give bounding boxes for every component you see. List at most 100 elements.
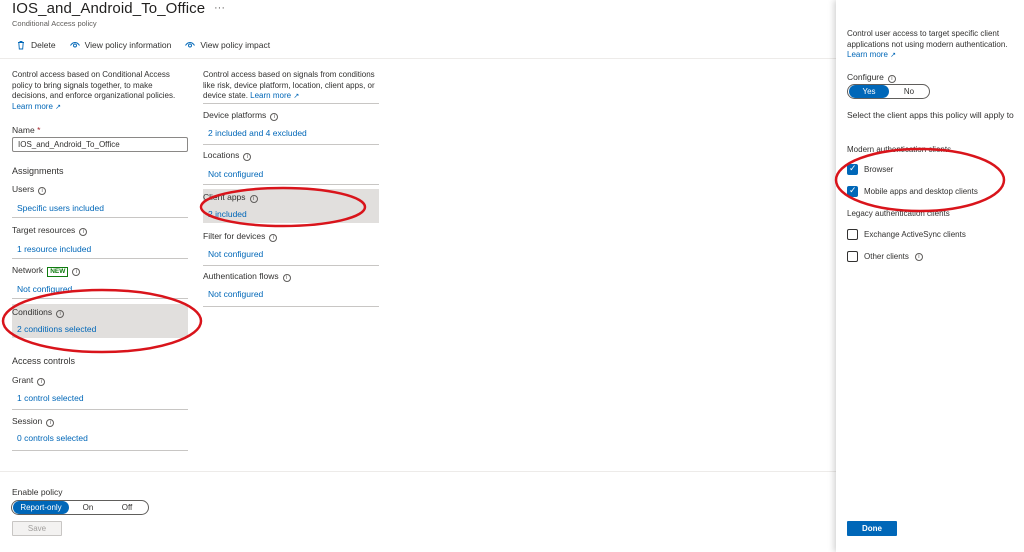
filter-for-devices-row[interactable]: Filter for devices i Not configured: [203, 231, 379, 266]
info-icon: i: [37, 378, 46, 386]
configure-toggle[interactable]: Yes No: [847, 84, 930, 99]
device-platforms-value-link[interactable]: 2 included and 4 excluded: [208, 128, 307, 138]
no-option[interactable]: No: [889, 87, 929, 96]
view-policy-information-label: View policy information: [84, 40, 172, 50]
row-divider: [12, 217, 188, 218]
assignments-heading: Assignments: [12, 166, 64, 176]
delete-button[interactable]: Delete: [16, 40, 56, 50]
users-row[interactable]: Users i Specific users included: [12, 184, 188, 218]
browser-checkbox-row[interactable]: Browser: [847, 163, 893, 175]
grant-label: Grant i: [12, 375, 46, 386]
policy-description: Control access based on Conditional Acce…: [12, 70, 188, 113]
external-link-icon: ↗: [293, 93, 300, 100]
users-value-link[interactable]: Specific users included: [17, 203, 104, 213]
view-policy-impact-button[interactable]: View policy impact: [185, 40, 270, 50]
filter-for-devices-label: Filter for devices i: [203, 231, 278, 242]
client-apps-row[interactable]: Client apps i 2 included: [203, 189, 379, 223]
users-label-text: Users: [12, 184, 35, 194]
configure-label-text: Configure: [847, 72, 884, 82]
learn-more-link[interactable]: Learn more: [12, 102, 53, 111]
session-label-text: Session: [12, 416, 43, 426]
required-marker: *: [37, 125, 41, 135]
eye-icon: [185, 42, 196, 48]
page-subtitle: Conditional Access policy: [12, 19, 97, 28]
row-divider: [12, 409, 188, 410]
yes-option[interactable]: Yes: [849, 85, 889, 98]
policy-editor: IOS_and_Android_To_Office ··· Conditiona…: [0, 0, 836, 552]
report-only-option[interactable]: Report-only: [13, 501, 69, 514]
locations-value-link[interactable]: Not configured: [208, 169, 263, 179]
policy-name-input[interactable]: [12, 137, 188, 152]
info-icon: i: [914, 252, 923, 261]
session-row[interactable]: Session i 0 controls selected: [12, 416, 188, 451]
row-divider: [12, 258, 188, 259]
client-apps-label-text: Client apps: [203, 192, 246, 202]
authentication-flows-label-text: Authentication flows: [203, 271, 279, 281]
exchange-activesync-checkbox[interactable]: [847, 229, 858, 240]
target-resources-label-text: Target resources: [12, 225, 76, 235]
other-clients-checkbox-row[interactable]: Other clients i: [847, 251, 923, 262]
grant-value-link[interactable]: 1 control selected: [17, 393, 84, 403]
conditions-column: Control access based on signals from con…: [203, 70, 379, 103]
row-divider: [203, 265, 379, 266]
network-label: Network NEW i: [12, 265, 81, 277]
target-resources-value-link[interactable]: 1 resource included: [17, 244, 91, 254]
more-actions-button[interactable]: ···: [214, 2, 225, 14]
learn-more-link[interactable]: Learn more: [847, 50, 888, 59]
device-platforms-label-text: Device platforms: [203, 110, 267, 120]
client-apps-label: Client apps i: [203, 192, 258, 203]
device-platforms-row[interactable]: Device platforms i 2 included and 4 exclu…: [203, 110, 379, 145]
conditions-row[interactable]: Conditions i 2 conditions selected: [12, 304, 188, 338]
info-icon: i: [249, 195, 258, 203]
row-divider: [203, 306, 379, 307]
mobile-apps-label: Mobile apps and desktop clients: [864, 187, 978, 196]
client-apps-description: Control user access to target specific c…: [847, 29, 1017, 62]
policy-description-text: Control access based on Conditional Acce…: [12, 70, 176, 100]
trash-icon: [18, 41, 24, 50]
filter-for-devices-value-link[interactable]: Not configured: [208, 249, 263, 259]
done-button[interactable]: Done: [847, 521, 897, 536]
mobile-apps-checkbox-row[interactable]: Mobile apps and desktop clients: [847, 185, 978, 197]
info-icon: i: [243, 153, 252, 161]
network-row[interactable]: Network NEW i Not configured: [12, 265, 188, 299]
exchange-activesync-label: Exchange ActiveSync clients: [864, 230, 966, 239]
conditions-value-link[interactable]: 2 conditions selected: [17, 324, 96, 334]
enable-policy-toggle[interactable]: Report-only On Off: [11, 500, 149, 515]
grant-row[interactable]: Grant i 1 control selected: [12, 375, 188, 410]
other-clients-checkbox[interactable]: [847, 251, 858, 262]
off-option[interactable]: Off: [107, 503, 147, 512]
info-icon: i: [282, 274, 291, 282]
client-apps-value-link[interactable]: 2 included: [208, 209, 247, 219]
browser-checkbox[interactable]: [847, 163, 858, 175]
info-icon: i: [56, 310, 65, 318]
info-icon: i: [79, 228, 88, 236]
locations-label: Locations i: [203, 150, 252, 161]
other-clients-label: Other clients: [864, 252, 909, 261]
save-button[interactable]: Save: [12, 521, 62, 536]
locations-label-text: Locations: [203, 150, 240, 160]
mobile-apps-checkbox[interactable]: [847, 185, 858, 197]
on-option[interactable]: On: [69, 503, 107, 512]
authentication-flows-value-link[interactable]: Not configured: [208, 289, 263, 299]
network-value-link[interactable]: Not configured: [17, 284, 72, 294]
target-resources-label: Target resources i: [12, 225, 88, 236]
conditions-label: Conditions i: [12, 307, 65, 318]
authentication-flows-label: Authentication flows i: [203, 271, 291, 282]
locations-row[interactable]: Locations i Not configured: [203, 150, 379, 185]
info-icon: i: [38, 187, 47, 195]
session-value-link[interactable]: 0 controls selected: [17, 433, 88, 443]
exchange-activesync-checkbox-row[interactable]: Exchange ActiveSync clients: [847, 229, 966, 240]
toolbar: Delete View policy information View poli…: [16, 40, 270, 50]
access-controls-heading: Access controls: [12, 356, 76, 366]
name-label: Name *: [12, 125, 40, 135]
toolbar-divider: [0, 58, 836, 59]
authentication-flows-row[interactable]: Authentication flows i Not configured: [203, 271, 379, 307]
configure-label: Configure i: [847, 72, 896, 83]
filter-for-devices-label-text: Filter for devices: [203, 231, 266, 241]
footer-divider: [0, 471, 836, 472]
network-label-text: Network: [12, 265, 44, 275]
info-icon: i: [72, 268, 81, 276]
target-resources-row[interactable]: Target resources i 1 resource included: [12, 225, 188, 259]
learn-more-link[interactable]: Learn more: [250, 91, 291, 100]
view-policy-information-button[interactable]: View policy information: [69, 40, 172, 50]
